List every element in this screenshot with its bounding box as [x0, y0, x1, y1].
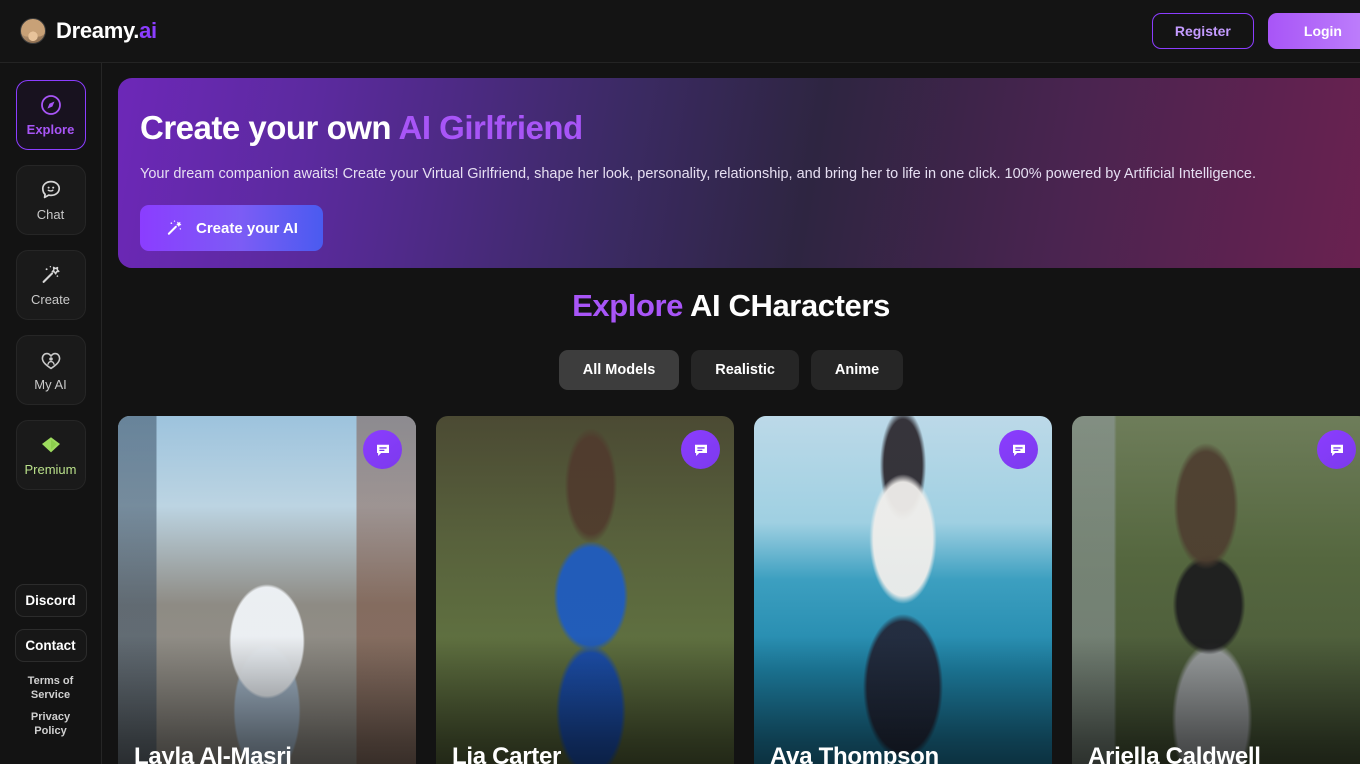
main-content: Create your own AI Girlfriend Your dream…	[102, 63, 1360, 764]
card-name: Layla Al-Masri	[134, 743, 292, 764]
character-card[interactable]: Ariella Caldwell 23 years Vibrant Latina…	[1072, 416, 1360, 764]
discord-button[interactable]: Discord	[14, 584, 87, 617]
sidebar-item-my-ai[interactable]: My AI	[15, 335, 86, 405]
chat-bubble-icon	[1012, 444, 1025, 456]
contact-button[interactable]: Contact	[14, 629, 87, 662]
card-info: Lia Carter 18 years A vibrant Latina gir…	[452, 742, 722, 764]
magic-wand-icon	[42, 266, 60, 283]
sidebar-item-label: Premium	[24, 462, 77, 477]
hero-banner: Create your own AI Girlfriend Your dream…	[118, 78, 1360, 268]
tab-all-models[interactable]: All Models	[558, 350, 680, 390]
brand-name-suffix: ai	[139, 18, 157, 43]
card-name: Lia Carter	[452, 743, 562, 764]
compass-icon	[40, 95, 61, 115]
tab-anime[interactable]: Anime	[810, 350, 904, 390]
terms-of-service-link[interactable]: Terms of Service	[16, 674, 86, 702]
card-info: Ava Thompson 25 years A 25-year-old girl…	[770, 742, 1040, 764]
heart-person-icon	[41, 352, 60, 370]
diamond-icon	[41, 437, 60, 453]
card-chat-button[interactable]	[363, 430, 402, 469]
card-info: Layla Al-Masri 19 years A petite 19-year…	[134, 742, 404, 764]
tab-realistic[interactable]: Realistic	[691, 350, 799, 390]
character-card[interactable]: Ava Thompson 25 years A 25-year-old girl…	[754, 416, 1052, 764]
card-chat-button[interactable]	[681, 430, 720, 469]
hero-title: Create your own AI Girlfriend	[140, 108, 1360, 148]
user-avatar-icon	[20, 18, 46, 44]
create-your-ai-button[interactable]: Create your AI	[140, 205, 323, 251]
sidebar-item-label: Explore	[26, 122, 75, 137]
sidebar-item-label: My AI	[34, 377, 67, 392]
hero-title-plain: Create your own	[140, 109, 399, 146]
character-card[interactable]: Layla Al-Masri 19 years A petite 19-year…	[118, 416, 416, 764]
privacy-policy-link[interactable]: Privacy Policy	[16, 710, 86, 738]
card-name: Ava Thompson	[770, 743, 939, 764]
chat-bubble-icon	[1330, 444, 1343, 456]
sidebar-item-create[interactable]: Create	[15, 250, 86, 320]
sidebar-item-label: Chat	[36, 207, 65, 222]
section-title-plain: AI CHaracters	[683, 288, 890, 323]
character-card[interactable]: Lia Carter 18 years A vibrant Latina gir…	[436, 416, 734, 764]
hero-title-accent: AI Girlfriend	[398, 109, 584, 146]
chat-bubble-icon	[694, 444, 707, 456]
create-your-ai-label: Create your AI	[196, 219, 298, 237]
magic-wand-icon	[167, 220, 182, 235]
hero-description: Your dream companion awaits! Create your…	[140, 166, 1257, 182]
login-button[interactable]: Login	[1267, 13, 1360, 49]
brand-logo[interactable]: Dreamy.ai	[20, 18, 157, 44]
sidebar-item-explore[interactable]: Explore	[15, 80, 86, 150]
filter-tabs: All Models Realistic Anime	[102, 350, 1360, 390]
top-bar-actions: Register Login	[1151, 13, 1360, 49]
chat-bubble-icon	[41, 180, 60, 199]
register-button[interactable]: Register	[1151, 13, 1254, 49]
section-title-accent: Explore	[572, 288, 683, 323]
sidebar-item-label: Create	[30, 292, 71, 307]
sidebar: Explore Chat Create My AI Premium Discor…	[0, 63, 102, 764]
card-chat-button[interactable]	[999, 430, 1038, 469]
brand-name: Dreamy.ai	[56, 18, 157, 44]
card-info: Ariella Caldwell 23 years Vibrant Latina…	[1088, 742, 1358, 764]
top-bar: Dreamy.ai Register Login	[0, 0, 1360, 63]
sidebar-item-premium[interactable]: Premium	[15, 420, 86, 490]
character-card-grid: Layla Al-Masri 19 years A petite 19-year…	[118, 416, 1360, 764]
card-chat-button[interactable]	[1317, 430, 1356, 469]
chat-bubble-icon	[376, 444, 389, 456]
section-title: Explore AI CHaracters	[102, 288, 1360, 324]
brand-name-main: Dreamy	[56, 18, 134, 43]
card-name: Ariella Caldwell	[1088, 743, 1261, 764]
sidebar-item-chat[interactable]: Chat	[15, 165, 86, 235]
sidebar-footer: Discord Contact Terms of Service Privacy…	[0, 584, 101, 764]
